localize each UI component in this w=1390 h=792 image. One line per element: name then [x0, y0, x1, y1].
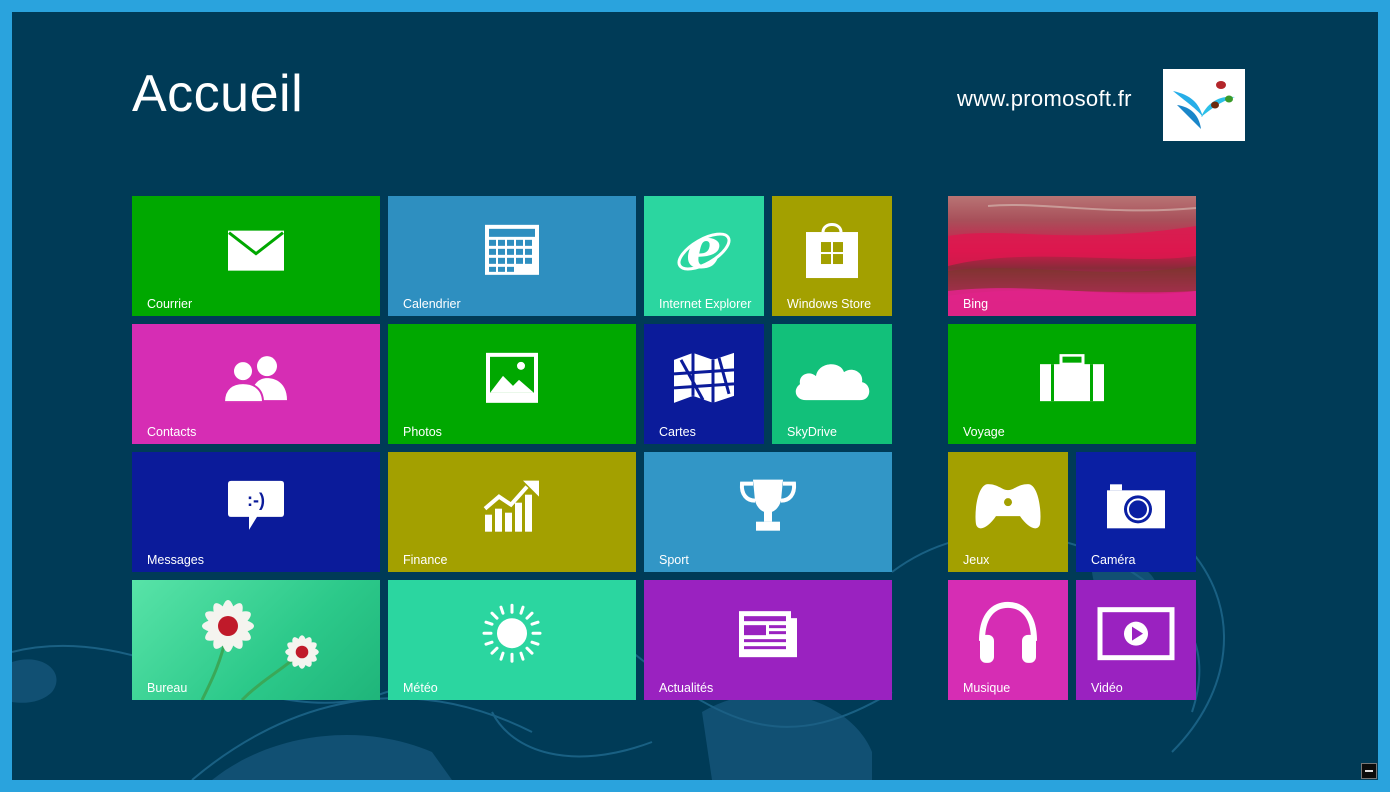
promosoft-logo — [1163, 69, 1245, 141]
tile-windows-store[interactable]: Windows Store — [772, 196, 892, 316]
tile-label: Sport — [659, 553, 689, 567]
calendar-icon — [485, 224, 539, 275]
tile-actualites[interactable]: Actualités — [644, 580, 892, 700]
tile-label: Actualités — [659, 681, 714, 695]
chart-growth-icon — [483, 480, 539, 532]
suitcase-icon — [1040, 353, 1104, 401]
cloud-icon — [795, 363, 870, 400]
tile-musique[interactable]: Musique — [948, 580, 1068, 700]
minimize-button[interactable] — [1361, 763, 1377, 779]
tile-label: Caméra — [1091, 553, 1136, 567]
chat-bubble-icon: :-) — [228, 480, 284, 530]
tile-label: SkyDrive — [787, 425, 838, 439]
site-url: www.promosoft.fr — [957, 86, 1132, 111]
tile-label: Bing — [963, 297, 989, 311]
tile-internet-explorer[interactable]: e Internet Explorer — [644, 196, 764, 316]
tile-bureau[interactable]: Bureau — [132, 580, 380, 700]
tile-camera[interactable]: Caméra — [1076, 452, 1196, 572]
mail-icon — [228, 230, 284, 271]
emoticon-glyph: :-) — [247, 489, 265, 509]
tile-contacts[interactable]: Contacts — [132, 324, 380, 444]
tile-skydrive[interactable]: SkyDrive — [772, 324, 892, 444]
tile-label: Photos — [403, 425, 442, 439]
tile-meteo[interactable]: Météo — [388, 580, 636, 700]
tile-voyage[interactable]: Voyage — [948, 324, 1196, 444]
tile-label: Finance — [403, 553, 448, 567]
tile-finance[interactable]: Finance — [388, 452, 636, 572]
people-icon — [223, 355, 287, 402]
minus-icon — [1365, 770, 1373, 772]
tile-label: Internet Explorer — [659, 297, 752, 311]
tile-video[interactable]: Vidéo — [1076, 580, 1196, 700]
tile-photos[interactable]: Photos — [388, 324, 636, 444]
video-play-icon — [1097, 606, 1175, 660]
tile-label: Contacts — [147, 425, 197, 439]
tile-label: Musique — [963, 681, 1011, 695]
tile-label: Météo — [403, 681, 438, 695]
newspaper-icon — [739, 610, 797, 657]
photo-icon — [486, 352, 538, 403]
tile-calendrier[interactable]: Calendrier — [388, 196, 636, 316]
tile-sport[interactable]: Sport — [644, 452, 892, 572]
store-bag-icon — [806, 222, 858, 278]
tile-label: Courrier — [147, 297, 193, 311]
headphones-icon — [979, 601, 1037, 663]
trophy-icon — [739, 479, 797, 531]
start-screen: Accueil www.promosoft.fr Courrier Calend… — [12, 12, 1378, 780]
camera-icon — [1107, 483, 1165, 528]
sun-icon — [482, 603, 542, 663]
tile-label: Voyage — [963, 425, 1005, 439]
tile-label: Jeux — [963, 553, 990, 567]
map-icon — [673, 352, 735, 403]
tile-label: Windows Store — [787, 297, 872, 311]
internet-explorer-icon: e — [677, 221, 731, 277]
tile-label: Bureau — [147, 681, 188, 695]
tile-courrier[interactable]: Courrier — [132, 196, 380, 316]
page-title: Accueil — [132, 65, 304, 123]
tile-label: Calendrier — [403, 297, 461, 311]
gamepad-icon — [975, 483, 1041, 528]
tile-bing[interactable]: Bing — [948, 196, 1196, 316]
tile-label: Messages — [147, 553, 204, 567]
tile-jeux[interactable]: Jeux — [948, 452, 1068, 572]
tile-label: Vidéo — [1091, 681, 1123, 695]
tile-cartes[interactable]: Cartes — [644, 324, 764, 444]
tile-messages[interactable]: :-) Messages — [132, 452, 380, 572]
tile-label: Cartes — [659, 425, 696, 439]
